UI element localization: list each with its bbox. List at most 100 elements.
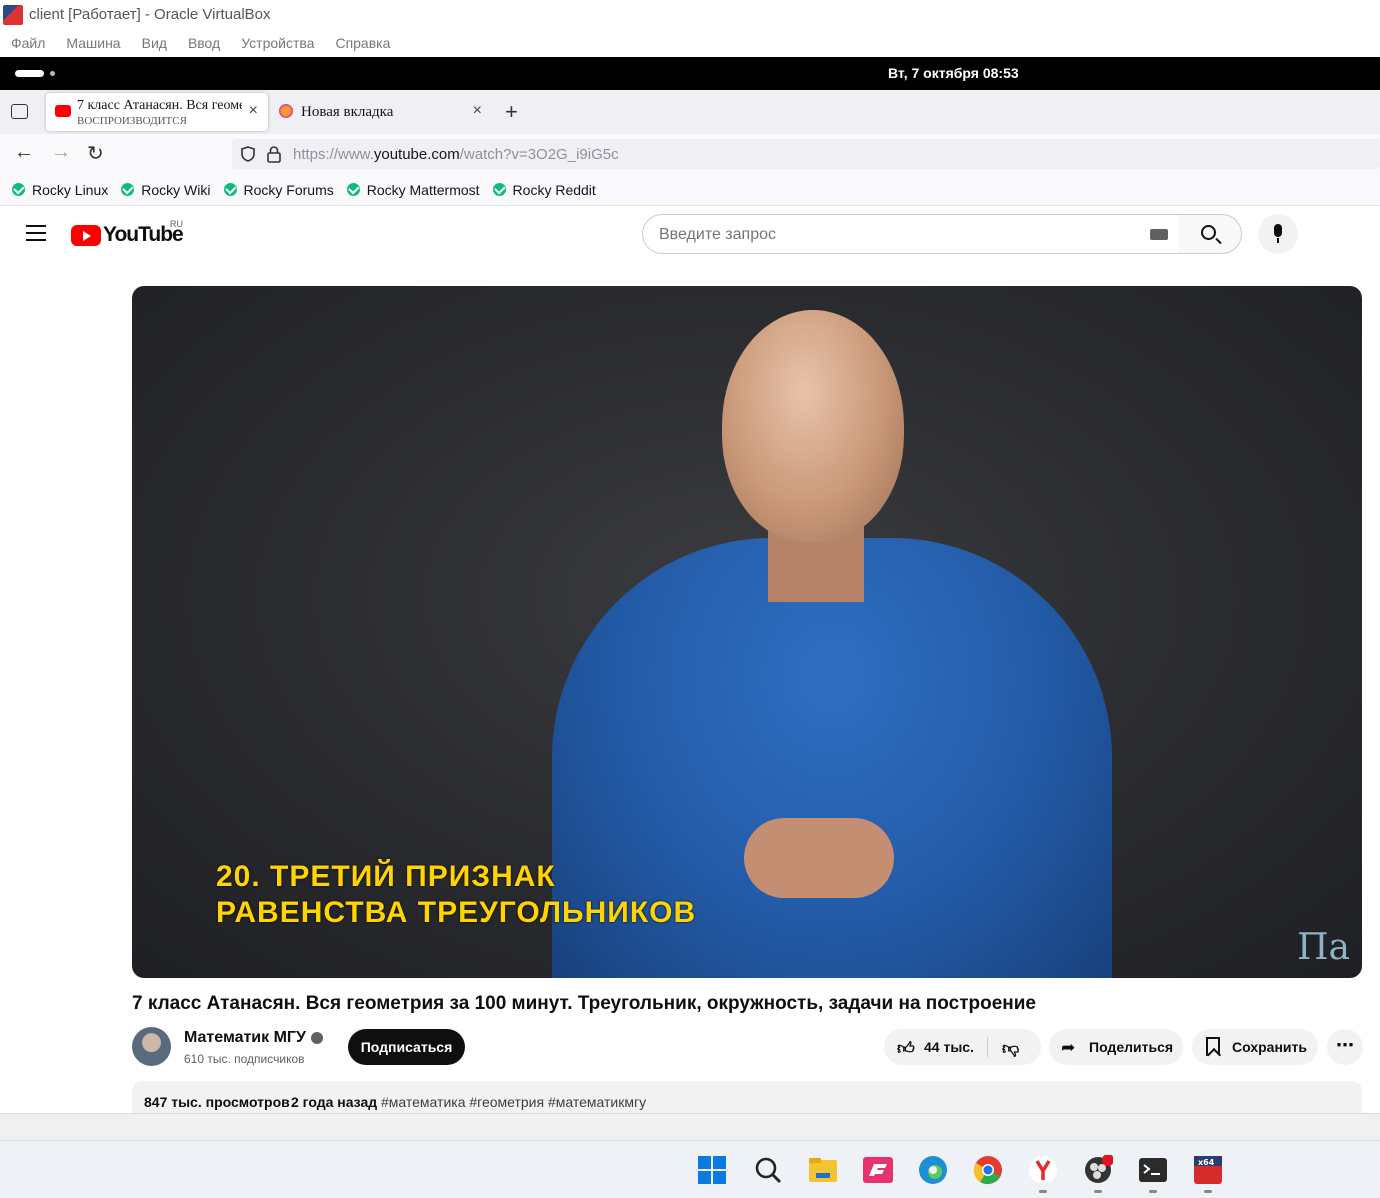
rocky-icon <box>223 183 237 196</box>
guest-screen-bottom <box>0 1113 1380 1140</box>
obs-studio-icon[interactable] <box>1083 1154 1114 1185</box>
rocky-icon <box>492 183 506 196</box>
search-input[interactable]: Введите запрос <box>642 214 1179 254</box>
subscriber-count: 610 тыс. подписчиков <box>184 1052 305 1066</box>
like-dislike-bar: 👍︎ 44 тыс. 👎︎ <box>884 1029 1041 1065</box>
search-taskbar-icon[interactable] <box>753 1155 783 1185</box>
url-prefix: https://www. <box>293 146 374 163</box>
thumbs-up-icon[interactable]: 👍︎ <box>897 1038 915 1059</box>
video-caption-line2: РАВЕНСТВА ТРЕУГОЛЬНИКОВ <box>216 896 697 929</box>
reload-icon[interactable]: ↻ <box>87 141 104 166</box>
chrome-browser-icon[interactable] <box>973 1155 1003 1185</box>
channel-name[interactable]: Математик МГУ <box>184 1029 306 1047</box>
video-person-hand <box>744 818 894 898</box>
microphone-icon <box>1274 224 1282 237</box>
share-button[interactable]: ➦ Поделиться <box>1049 1029 1183 1065</box>
bookmark-rocky-mattermost[interactable]: Rocky Mattermost <box>346 181 480 198</box>
region-label: RU <box>170 219 183 229</box>
menu-input[interactable]: Ввод <box>188 35 220 51</box>
menu-view[interactable]: Вид <box>142 35 167 51</box>
bookmark-icon <box>1206 1037 1220 1056</box>
windows-taskbar <box>0 1140 1380 1198</box>
hamburger-menu-icon[interactable] <box>26 225 46 241</box>
tab-youtube[interactable]: 7 класс Атанасян. Вся геометрия за 100 м… <box>46 93 268 131</box>
like-separator <box>987 1037 988 1057</box>
video-player[interactable]: 20. ТРЕТИЙ ПРИЗНАК РАВЕНСТВА ТРЕУГОЛЬНИК… <box>132 286 1362 978</box>
file-explorer-icon[interactable] <box>808 1155 838 1185</box>
view-count: 847 тыс. просмотров <box>144 1094 290 1110</box>
rocky-icon <box>121 183 135 196</box>
tab-new[interactable]: Новая вкладка × <box>270 93 492 131</box>
close-tab-icon[interactable]: × <box>249 102 258 120</box>
workspace-indicator-active[interactable] <box>15 70 44 77</box>
youtube-favicon-icon <box>55 105 71 117</box>
hashtags[interactable]: #математика #геометрия #математикмгу <box>381 1094 646 1110</box>
bookmark-label: Rocky Reddit <box>512 181 596 198</box>
url-bar[interactable]: https://www.youtube.com/watch?v=3O2G_i9i… <box>232 139 1380 169</box>
like-count[interactable]: 44 тыс. <box>924 1039 974 1055</box>
running-indicator <box>1039 1190 1047 1193</box>
tab-title: Новая вкладка <box>301 104 394 120</box>
virtualbox-icon <box>3 4 23 25</box>
bookmark-rocky-forums[interactable]: Rocky Forums <box>223 181 334 198</box>
thumbs-down-icon[interactable]: 👎︎ <box>1002 1038 1019 1059</box>
video-person-head <box>722 310 904 542</box>
forza-app-icon[interactable] <box>863 1155 893 1185</box>
vbox-menu-bar: Файл Машина Вид Ввод Устройства Справка <box>0 29 1380 57</box>
menu-devices[interactable]: Устройства <box>241 35 314 51</box>
terminal-icon[interactable] <box>1138 1155 1168 1185</box>
more-actions-button[interactable]: ⋯ <box>1327 1029 1363 1065</box>
gnome-top-bar: Вт, 7 октября 08:53 <box>0 57 1380 90</box>
forward-arrow-icon[interactable]: → <box>51 141 71 164</box>
bookmark-rocky-reddit[interactable]: Rocky Reddit <box>492 181 596 198</box>
keyboard-icon[interactable] <box>1150 229 1168 240</box>
url-domain: youtube.com <box>373 146 460 163</box>
voice-search-button[interactable] <box>1258 214 1298 254</box>
bookmark-label: Rocky Mattermost <box>366 181 480 198</box>
bookmark-rocky-wiki[interactable]: Rocky Wiki <box>121 181 211 198</box>
menu-machine[interactable]: Машина <box>66 35 120 51</box>
channel-avatar[interactable] <box>132 1027 171 1066</box>
workspace-indicator[interactable] <box>50 71 55 76</box>
tab-list-icon[interactable] <box>11 104 28 119</box>
yandex-browser-icon[interactable] <box>1028 1155 1058 1185</box>
bookmark-label: Rocky Linux <box>32 181 109 198</box>
description-box[interactable]: 847 тыс. просмотров 2 года назад #матема… <box>132 1081 1362 1113</box>
close-tab-icon[interactable]: × <box>473 102 482 120</box>
share-label: Поделиться <box>1089 1039 1174 1055</box>
search-icon <box>1201 225 1216 240</box>
bookmark-label: Rocky Forums <box>243 181 334 198</box>
windows-start-icon[interactable] <box>697 1155 727 1185</box>
subscribe-button[interactable]: Подписаться <box>348 1029 465 1065</box>
shield-icon[interactable] <box>239 145 257 163</box>
search-button[interactable] <box>1178 214 1242 254</box>
edge-browser-icon[interactable] <box>918 1155 948 1185</box>
firefox-icon <box>279 104 293 118</box>
url-text: https://www.youtube.com/watch?v=3O2G_i9i… <box>293 146 619 163</box>
url-path: /watch?v=3O2G_i9iG5c <box>459 146 619 163</box>
youtube-play-icon <box>71 224 101 246</box>
tab-title: 7 класс Атанасян. Вся геометрия за 100 м… <box>77 98 242 113</box>
tab-strip: 7 класс Атанасян. Вся геометрия за 100 м… <box>0 90 1380 134</box>
gnome-clock[interactable]: Вт, 7 октября 08:53 <box>888 65 1019 81</box>
virtualbox-taskbar-icon[interactable]: x64 <box>1193 1155 1223 1185</box>
vbox-title-bar: client [Работает] - Oracle VirtualBox <box>0 0 1380 29</box>
bookmarks-bar: Rocky Linux Rocky Wiki Rocky Forums Rock… <box>0 174 1380 206</box>
running-indicator <box>1204 1190 1212 1193</box>
verified-badge-icon <box>311 1032 323 1044</box>
svg-text:x64: x64 <box>1198 1158 1215 1167</box>
running-indicator <box>1094 1190 1102 1193</box>
menu-file[interactable]: Файл <box>11 35 45 51</box>
new-tab-button[interactable]: + <box>505 99 518 125</box>
video-caption-line1: 20. ТРЕТИЙ ПРИЗНАК <box>216 860 556 893</box>
bookmark-label: Rocky Wiki <box>141 181 211 198</box>
bookmark-rocky-linux[interactable]: Rocky Linux <box>12 182 108 198</box>
menu-help[interactable]: Справка <box>335 35 390 51</box>
back-arrow-icon[interactable]: ← <box>14 141 34 164</box>
search-placeholder: Введите запрос <box>659 226 776 243</box>
youtube-logo[interactable]: YouTube <box>71 223 184 247</box>
channel-watermark[interactable]: Πa <box>1297 927 1350 968</box>
window-title: client [Работает] - Oracle VirtualBox <box>29 6 271 23</box>
save-button[interactable]: Сохранить <box>1192 1029 1318 1065</box>
lock-icon[interactable] <box>266 145 282 163</box>
